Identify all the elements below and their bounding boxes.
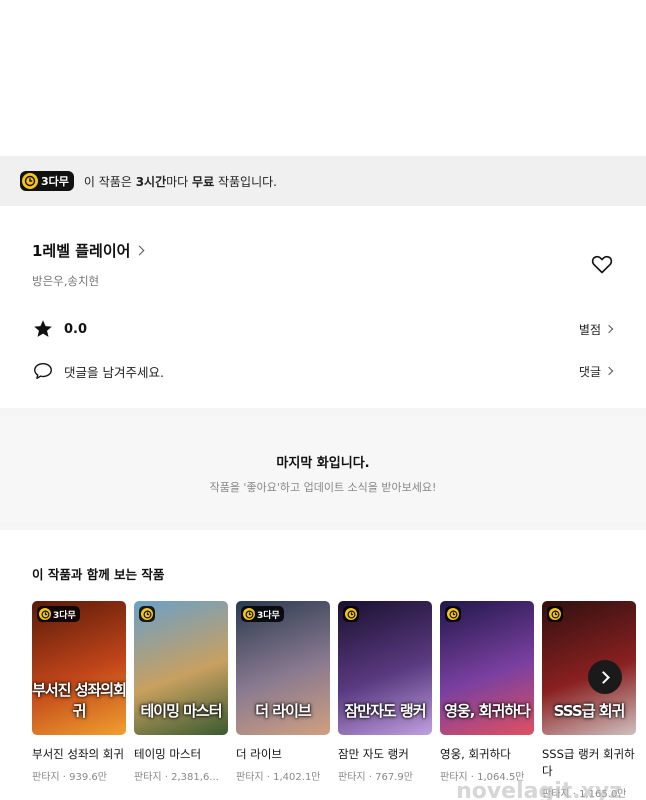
heart-icon[interactable] [590, 252, 614, 276]
wait-free-badge [343, 606, 359, 622]
clock-icon [243, 608, 255, 620]
wait-free-badge: 3다무 [241, 606, 284, 622]
related-title: 이 작품과 함께 보는 작품 [32, 567, 165, 582]
related-work-card[interactable]: 3다무 부서진 성좌의회귀 부서진 성좌의 회귀 판타지 · 939.6만 [32, 601, 126, 800]
card-title: 영웅, 회귀하다 [440, 747, 511, 761]
star-icon [34, 320, 52, 337]
cover-title-art: 잠만자도 랭커 [344, 702, 426, 720]
cover-title-art: 더 라이브 [255, 702, 311, 720]
wait-free-badge [547, 606, 563, 622]
clock-icon [141, 608, 153, 620]
last-episode-subtitle: 작품을 '좋아요'하고 업데이트 소식을 받아보세요! [209, 481, 437, 494]
work-authors: 방은우,송치현 [32, 274, 100, 288]
cover-title-art: SSS급 회귀 [553, 702, 626, 720]
last-episode-notice: 마지막 화입니다. 작품을 '좋아요'하고 업데이트 소식을 받아보세요! [0, 416, 646, 522]
divider [0, 408, 646, 416]
clock-icon [447, 608, 459, 620]
card-title: 테이밍 마스터 [134, 747, 202, 761]
last-episode-title: 마지막 화입니다. [276, 456, 370, 471]
card-meta: 판타지 · 939.6만 [32, 772, 107, 783]
related-works: 이 작품과 함께 보는 작품 3다무 부서진 성좌의회귀 부서진 성좌의 회귀 … [0, 530, 646, 800]
cover-title-art: 영웅, 회귀하다 [444, 702, 531, 720]
rating-value: 0.0 [64, 321, 88, 337]
wait-free-badge: 3다무 [37, 606, 80, 622]
card-meta: 판타지 · 1,402.1만 [236, 772, 321, 783]
cover-title-art: 테이밍 마스터 [140, 702, 222, 720]
comment-row[interactable]: 댓글을 남겨주세요. 댓글 [32, 360, 614, 382]
badge-label: 3다무 [41, 175, 69, 188]
comment-link[interactable]: 댓글 [579, 363, 614, 380]
chevron-right-icon [597, 670, 610, 684]
related-work-card[interactable]: 영웅, 회귀하다 영웅, 회귀하다 판타지 · 1,064.5만 [440, 601, 534, 800]
carousel-next-button[interactable] [588, 660, 622, 694]
related-carousel: 3다무 부서진 성좌의회귀 부서진 성좌의 회귀 판타지 · 939.6만 테이… [32, 601, 646, 800]
cover-title-art: 부서진 성좌의회귀 [32, 681, 126, 720]
card-meta: 판타지 · 2,381,6... [134, 772, 219, 783]
card-title: SSS급 랭커 회귀하다 [542, 747, 635, 778]
rating-link[interactable]: 별점 [579, 321, 614, 338]
clock-icon [549, 608, 561, 620]
speech-bubble-icon [34, 362, 52, 380]
watermark: novelagit.xyz [456, 779, 622, 800]
cover-image[interactable]: 3다무 부서진 성좌의회귀 [32, 601, 126, 735]
work-title-link[interactable]: 1레벨 플레이어 [32, 240, 614, 261]
top-blank-area [0, 0, 646, 156]
related-work-card[interactable]: SSS급 회귀 SSS급 랭커 회귀하다 판타지 · 1,165.0만 [542, 601, 636, 800]
work-title: 1레벨 플레이어 [32, 242, 131, 260]
clock-icon [345, 608, 357, 620]
divider [0, 522, 646, 530]
cover-image[interactable]: 잠만자도 랭커 [338, 601, 432, 735]
cover-image[interactable]: 영웅, 회귀하다 [440, 601, 534, 735]
banner-text: 이 작품은 3시간마다 무료 작품입니다. [83, 174, 277, 189]
chevron-right-icon [135, 245, 145, 256]
card-title: 부서진 성좌의 회귀 [32, 747, 124, 761]
rating-row[interactable]: 0.0 별점 [32, 318, 614, 340]
related-work-card[interactable]: 3다무 더 라이브 더 라이브 판타지 · 1,402.1만 [236, 601, 330, 800]
clock-icon [22, 173, 38, 189]
free-banner: 3다무 이 작품은 3시간마다 무료 작품입니다. [0, 156, 646, 206]
cover-image[interactable]: 테이밍 마스터 [134, 601, 228, 735]
card-title: 잠만 자도 랭커 [338, 747, 409, 761]
wait-free-badge [139, 606, 155, 622]
cover-image[interactable]: 3다무 더 라이브 [236, 601, 330, 735]
wait-free-badge: 3다무 [20, 171, 74, 191]
work-info: 1레벨 플레이어 방은우,송치현 0.0 별점 댓글을 남겨주세요. 댓글 [0, 206, 646, 408]
chevron-right-icon [604, 324, 614, 334]
related-work-card[interactable]: 테이밍 마스터 테이밍 마스터 판타지 · 2,381,6... [134, 601, 228, 800]
wait-free-badge [445, 606, 461, 622]
card-meta: 판타지 · 767.9만 [338, 772, 413, 783]
chevron-right-icon [604, 366, 614, 376]
related-work-card[interactable]: 잠만자도 랭커 잠만 자도 랭커 판타지 · 767.9만 [338, 601, 432, 800]
clock-icon [39, 608, 51, 620]
card-title: 더 라이브 [236, 747, 282, 761]
comment-prompt: 댓글을 남겨주세요. [64, 364, 164, 380]
